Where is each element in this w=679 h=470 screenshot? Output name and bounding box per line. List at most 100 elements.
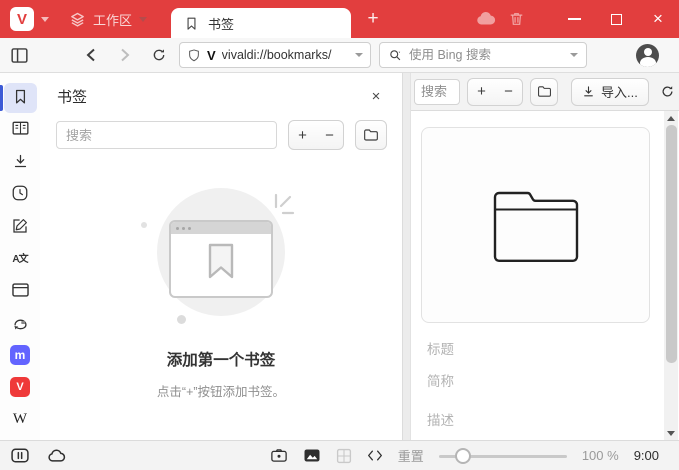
toggle-images-button[interactable] bbox=[303, 448, 321, 463]
panel-resize-handle[interactable] bbox=[403, 73, 411, 440]
close-button[interactable]: × bbox=[637, 0, 679, 38]
chevron-down-icon[interactable] bbox=[355, 53, 363, 57]
bookmarks-manager-page: + − 导入... bbox=[411, 73, 679, 440]
translate-icon: A文 bbox=[12, 254, 28, 266]
back-button[interactable] bbox=[85, 48, 97, 62]
new-folder-button[interactable] bbox=[530, 77, 558, 106]
slider-handle[interactable] bbox=[455, 447, 472, 464]
code-icon bbox=[367, 450, 382, 461]
sidebar-item-reading-list[interactable] bbox=[0, 117, 40, 140]
sidebar-item-downloads[interactable] bbox=[0, 150, 40, 173]
workspace-switcher-button[interactable]: 工作区 bbox=[69, 10, 148, 29]
panel-toggle-button[interactable] bbox=[10, 47, 29, 64]
titlebar: V 工作区 书签 + × bbox=[0, 0, 679, 38]
sidebar-item-bookmarks[interactable] bbox=[0, 83, 40, 113]
trash-icon bbox=[510, 13, 523, 25]
remove-bookmark-button[interactable]: − bbox=[316, 121, 343, 149]
sync-cloud-button[interactable] bbox=[474, 7, 498, 31]
sidebar-item-history[interactable] bbox=[0, 182, 40, 205]
scrollbar-thumb[interactable] bbox=[665, 125, 677, 363]
reload-button[interactable] bbox=[151, 47, 167, 63]
break-mode-button[interactable] bbox=[10, 447, 30, 464]
chevron-down-icon[interactable] bbox=[570, 53, 578, 57]
sidebar-item-wikipedia[interactable]: W bbox=[0, 408, 40, 431]
sidebar-item-mastodon[interactable]: m bbox=[0, 343, 40, 366]
sidebar-item-windows[interactable] bbox=[0, 279, 40, 302]
bookmarks-panel: 书签 × + − bbox=[40, 73, 403, 440]
chevron-down-icon bbox=[41, 16, 49, 22]
tiles-icon bbox=[336, 448, 351, 463]
scrollbar[interactable] bbox=[664, 111, 678, 440]
clock-icon bbox=[12, 186, 28, 201]
folder-icon bbox=[537, 86, 551, 97]
workspaces-icon bbox=[71, 12, 84, 27]
zoom-slider[interactable] bbox=[438, 447, 567, 464]
address-field[interactable]: V bbox=[179, 42, 371, 68]
new-folder-button[interactable] bbox=[355, 120, 387, 150]
closed-tabs-button[interactable] bbox=[508, 10, 525, 28]
panel-title: 书签 bbox=[57, 89, 88, 106]
search-field[interactable] bbox=[379, 42, 587, 68]
new-tab-button[interactable]: + bbox=[360, 6, 386, 32]
mastodon-icon: m bbox=[10, 344, 30, 365]
sidebar-item-vivaldi-webpanel[interactable]: V bbox=[0, 375, 40, 398]
close-panel-button[interactable]: × bbox=[366, 88, 386, 105]
camera-icon bbox=[271, 449, 287, 462]
empty-state-illustration bbox=[136, 176, 306, 328]
add-bookmark-button[interactable]: + bbox=[468, 79, 495, 105]
image-icon bbox=[304, 449, 320, 462]
window-controls: × bbox=[553, 0, 679, 38]
window-icon bbox=[11, 283, 29, 297]
nickname-field[interactable] bbox=[427, 371, 649, 391]
site-badge-icon: V bbox=[207, 47, 216, 63]
profile-button[interactable] bbox=[636, 43, 659, 67]
sync-status-button[interactable] bbox=[46, 448, 68, 464]
description-field[interactable] bbox=[427, 410, 649, 430]
bookmarks-toolbar: + − 导入... bbox=[411, 73, 679, 111]
book-icon bbox=[12, 122, 28, 135]
wikipedia-icon: W bbox=[12, 410, 28, 427]
notes-pencil-icon bbox=[13, 218, 27, 233]
sidebar-item-sessions[interactable] bbox=[0, 311, 40, 334]
tab-bookmarks[interactable]: 书签 bbox=[171, 8, 352, 38]
clock[interactable]: 9:00 bbox=[634, 448, 659, 463]
manager-search-input[interactable] bbox=[414, 78, 460, 105]
page-actions-button[interactable] bbox=[367, 449, 383, 462]
sidebar-item-translate[interactable]: A文 bbox=[0, 246, 40, 269]
scroll-down-button[interactable] bbox=[664, 427, 678, 439]
import-button[interactable]: 导入... bbox=[571, 77, 649, 106]
scroll-up-button[interactable] bbox=[664, 112, 678, 124]
zoom-reset-button[interactable]: 重置 bbox=[398, 446, 424, 465]
search-input[interactable] bbox=[409, 48, 564, 62]
shield-icon[interactable] bbox=[187, 48, 201, 63]
sidebar-item-notes[interactable] bbox=[0, 214, 40, 237]
pause-icon bbox=[11, 448, 29, 463]
remove-bookmark-button[interactable]: − bbox=[495, 79, 522, 105]
cloud-icon bbox=[477, 12, 496, 25]
maximize-button[interactable] bbox=[595, 0, 637, 38]
forward-button[interactable] bbox=[119, 48, 131, 62]
sparkle-icon bbox=[274, 193, 295, 215]
add-remove-group: + − bbox=[288, 120, 344, 150]
bookmark-icon bbox=[187, 17, 196, 30]
vivaldi-menu-button[interactable]: V bbox=[10, 7, 49, 31]
chevron-right-icon bbox=[121, 48, 130, 62]
folder-icon bbox=[364, 129, 378, 141]
bookmark-search-input[interactable] bbox=[56, 121, 277, 149]
bookmark-icon bbox=[15, 89, 25, 104]
page-tiling-button[interactable] bbox=[336, 448, 352, 464]
title-field[interactable] bbox=[427, 339, 649, 359]
refresh-icon bbox=[662, 86, 673, 97]
search-icon bbox=[390, 49, 401, 60]
url-input[interactable] bbox=[221, 48, 349, 62]
import-arrow-icon bbox=[584, 86, 593, 97]
capture-page-button[interactable] bbox=[270, 448, 288, 463]
folder-large-icon bbox=[493, 191, 578, 262]
minimize-button[interactable] bbox=[553, 0, 595, 38]
status-bar: 重置 100 % 9:00 bbox=[0, 440, 679, 470]
add-bookmark-button[interactable]: + bbox=[289, 121, 316, 149]
more-button[interactable]: 更 bbox=[660, 82, 679, 101]
import-label: 导入... bbox=[601, 85, 638, 100]
panel-toggle-icon bbox=[11, 47, 28, 63]
panel-sidebar: A文 m V W bbox=[0, 73, 40, 440]
